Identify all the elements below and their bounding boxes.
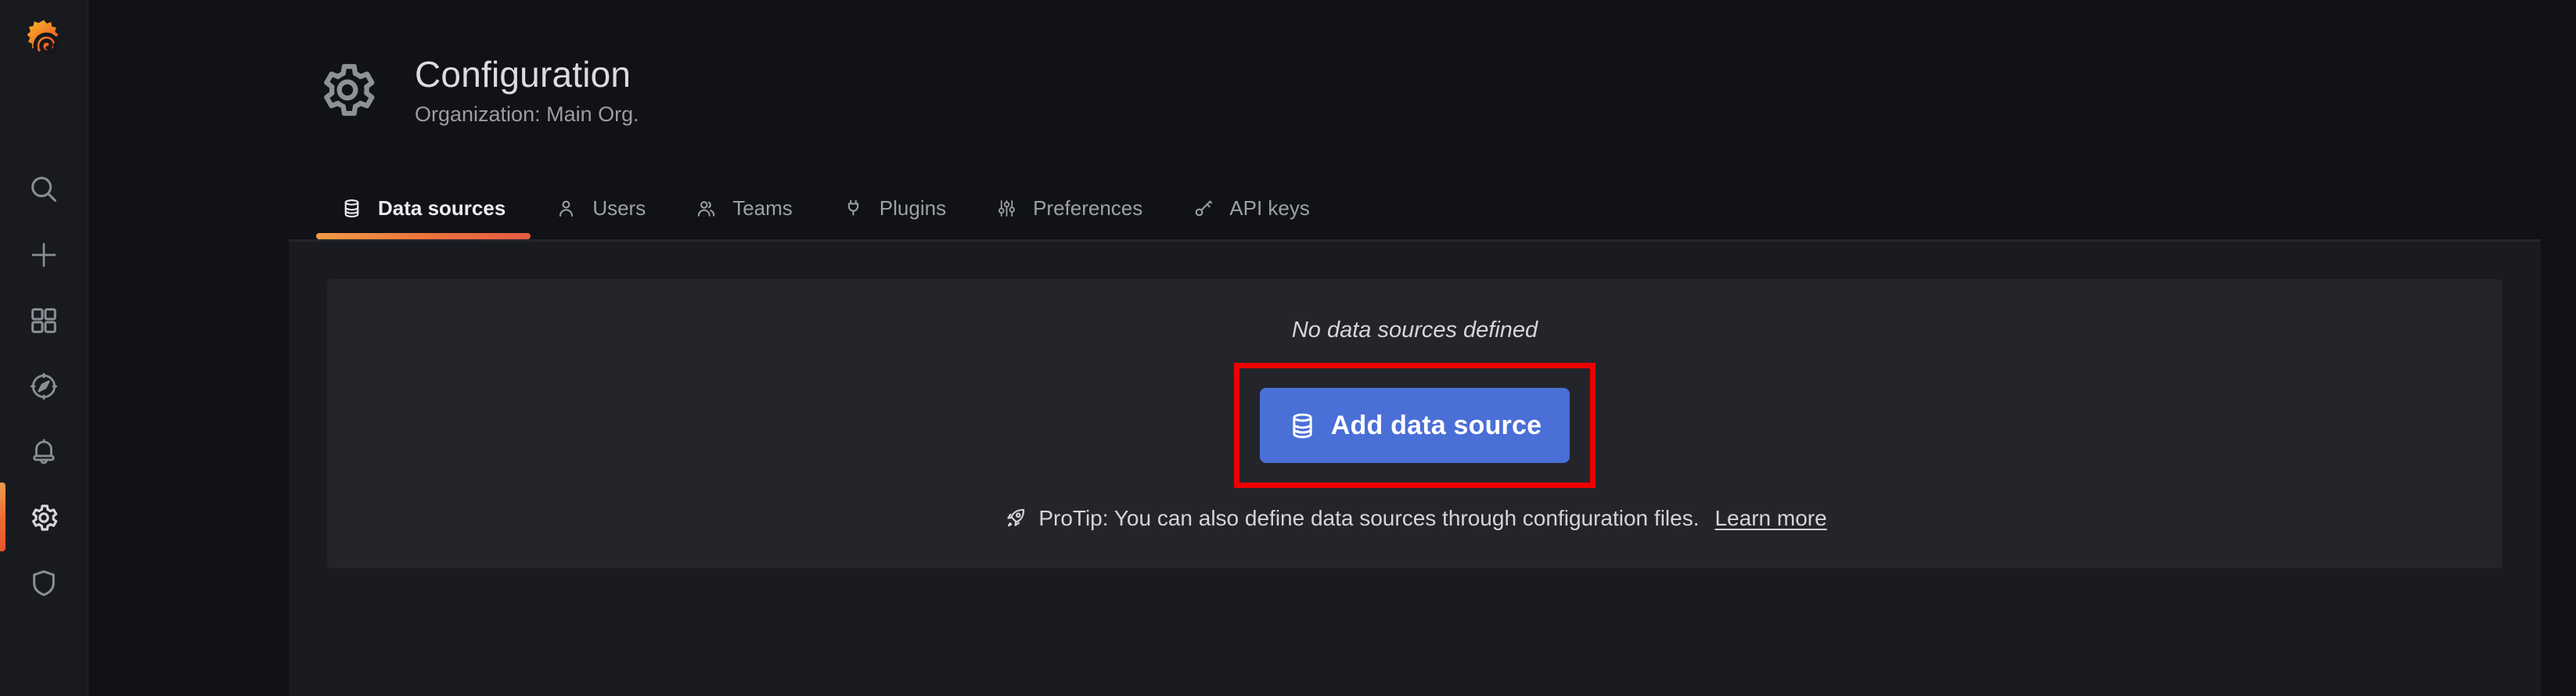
explore-compass-icon xyxy=(30,372,58,400)
rocket-icon xyxy=(1007,508,1025,527)
database-icon xyxy=(1293,413,1312,438)
sidebar-item-alerting[interactable] xyxy=(28,436,59,468)
empty-list-card: No data sources defined Add data source xyxy=(327,279,2502,569)
plug-icon xyxy=(847,199,858,216)
tab-api-keys[interactable]: API keys xyxy=(1167,177,1335,239)
sidebar xyxy=(0,0,88,696)
sidebar-item-server-admin[interactable] xyxy=(28,568,59,599)
tab-preferences[interactable]: Preferences xyxy=(971,177,1167,239)
sidebar-item-explore[interactable] xyxy=(28,371,59,402)
plus-icon xyxy=(31,242,56,267)
page-subtitle: Organization: Main Org. xyxy=(415,102,639,126)
sidebar-item-dashboards[interactable] xyxy=(28,305,59,336)
tab-label: Teams xyxy=(732,196,793,220)
database-icon xyxy=(344,199,359,217)
grafana-app: Configuration Organization: Main Org. Da… xyxy=(0,0,2576,696)
tab-label: Preferences xyxy=(1033,196,1143,220)
page-title: Configuration xyxy=(415,54,631,95)
empty-state-message: No data sources defined xyxy=(1291,318,1538,343)
page-header: Configuration Organization: Main Org. xyxy=(316,53,639,127)
tab-plugins[interactable]: Plugins xyxy=(818,177,971,239)
tab-label: Data sources xyxy=(378,196,506,220)
annotation-highlight-box: Add data source xyxy=(1233,363,1596,488)
user-icon xyxy=(559,200,574,217)
page-header-text: Configuration Organization: Main Org. xyxy=(415,53,639,127)
alerting-bell-icon xyxy=(33,439,55,465)
users-icon xyxy=(698,200,715,217)
configuration-gear-icon xyxy=(316,59,379,121)
sliders-icon xyxy=(998,199,1016,217)
dashboards-grid-icon xyxy=(31,308,56,333)
tab-bar: Data sources Users Teams Plugins Prefere… xyxy=(316,177,1335,239)
tab-data-sources[interactable]: Data sources xyxy=(316,177,531,239)
tab-label: Plugins xyxy=(879,196,947,220)
grafana-logo-icon xyxy=(27,20,59,55)
tab-teams[interactable]: Teams xyxy=(671,177,818,239)
tab-label: API keys xyxy=(1229,196,1310,220)
protip-row: ProTip: You can also define data sources… xyxy=(1002,505,1827,531)
search-icon xyxy=(31,177,56,202)
learn-more-link[interactable]: Learn more xyxy=(1714,506,1826,531)
sidebar-item-configuration[interactable] xyxy=(28,502,59,533)
sidebar-active-indicator xyxy=(0,483,5,551)
add-data-source-button-label: Add data source xyxy=(1330,410,1542,440)
grafana-logo[interactable] xyxy=(18,17,70,69)
key-icon xyxy=(1195,200,1213,216)
sidebar-nav xyxy=(0,174,88,599)
protip-text: ProTip: You can also define data sources… xyxy=(1038,505,1700,530)
add-data-source-button[interactable]: Add data source xyxy=(1259,388,1570,463)
tab-label: Users xyxy=(592,196,646,220)
tab-users[interactable]: Users xyxy=(531,177,671,239)
configuration-gear-icon xyxy=(32,504,58,531)
server-admin-shield-icon xyxy=(33,570,55,597)
sidebar-item-create[interactable] xyxy=(28,239,59,271)
sidebar-item-search[interactable] xyxy=(28,174,59,205)
